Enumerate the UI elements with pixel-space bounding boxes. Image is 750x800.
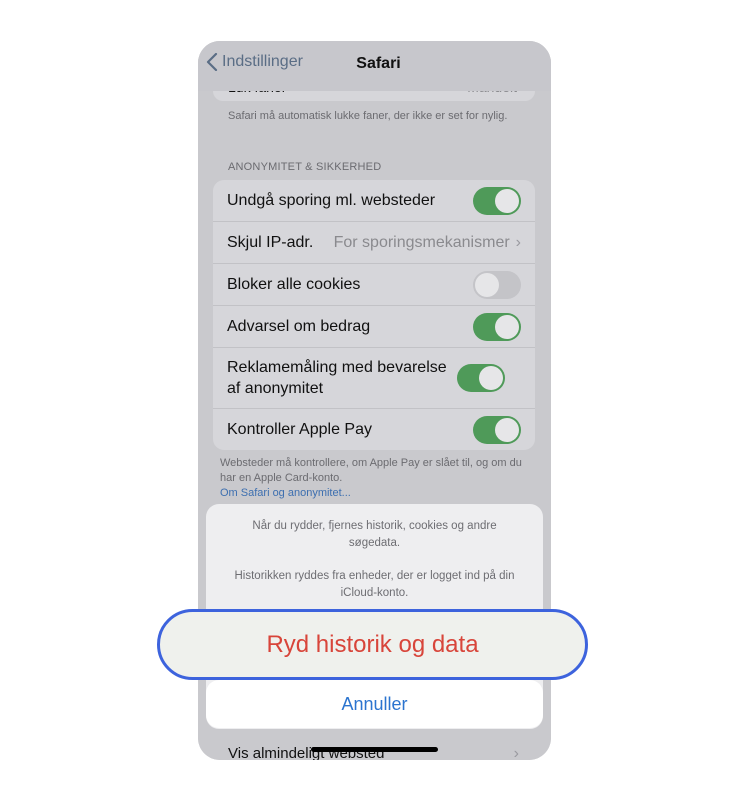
fraud-warning-toggle[interactable] xyxy=(473,312,521,341)
cancel-button[interactable]: Annuller xyxy=(206,680,543,728)
check-apple-pay-toggle[interactable] xyxy=(473,415,521,444)
about-privacy-link[interactable]: Om Safari og anonymitet... xyxy=(220,487,351,499)
row-value: For sporingsmekanismer xyxy=(333,233,510,251)
page-title: Safari xyxy=(356,55,401,72)
clear-history-and-data-button[interactable]: Ryd historik og data xyxy=(157,609,588,680)
row-label: Kontroller Apple Pay xyxy=(227,421,372,438)
row-block-cookies[interactable]: Bloker alle cookies xyxy=(213,264,535,306)
row-label: Bloker alle cookies xyxy=(227,276,361,293)
prevent-tracking-toggle[interactable] xyxy=(473,186,521,215)
cancel-label: Annuller xyxy=(341,693,408,714)
row-ad-measurement[interactable]: Reklamemåling med bevarelse af anonymite… xyxy=(213,348,535,409)
ad-measurement-toggle[interactable] xyxy=(457,364,505,392)
apple-pay-footnote-text: Websteder må kontrollere, om Apple Pay e… xyxy=(220,457,522,484)
row-prevent-tracking[interactable]: Undgå sporing ml. websteder xyxy=(213,180,535,222)
apple-pay-footnote: Websteder må kontrollere, om Apple Pay e… xyxy=(220,456,530,501)
row-label: Advarsel om bedrag xyxy=(227,318,371,335)
privacy-settings-group: Undgå sporing ml. websteder Skjul IP-adr… xyxy=(213,180,535,450)
row-fraud-warning[interactable]: Advarsel om bedrag xyxy=(213,306,535,348)
sheet-message-icloud: Historikken ryddes fra enheder, der er l… xyxy=(234,570,515,599)
section-header-privacy: ANONYMITET & SIKKERHED xyxy=(228,161,382,173)
toggle-knob xyxy=(495,417,519,442)
toggle-knob xyxy=(495,188,519,213)
home-indicator xyxy=(311,747,438,752)
chevron-right-icon: › xyxy=(513,745,519,760)
navigation-bar: Indstillinger Safari xyxy=(198,41,551,91)
chevron-right-icon: › xyxy=(515,233,521,251)
sheet-message: Når du rydder, fjernes historik, cookies… xyxy=(252,520,497,549)
row-label: Skjul IP-adr. xyxy=(227,234,314,251)
block-cookies-toggle[interactable] xyxy=(473,270,521,299)
close-tabs-footnote: Safari må automatisk lukke faner, der ik… xyxy=(228,110,508,122)
row-hide-ip[interactable]: Skjul IP-adr. For sporingsmekanismer › xyxy=(213,222,535,264)
row-label: Undgå sporing ml. websteder xyxy=(227,192,436,209)
toggle-knob xyxy=(479,366,503,390)
clear-history-label: Ryd historik og data xyxy=(266,630,479,658)
row-label: Reklamemåling med bevarelse af anonymite… xyxy=(227,359,447,397)
row-check-apple-pay[interactable]: Kontroller Apple Pay xyxy=(213,409,535,450)
toggle-knob xyxy=(495,314,519,339)
toggle-knob xyxy=(475,272,499,297)
